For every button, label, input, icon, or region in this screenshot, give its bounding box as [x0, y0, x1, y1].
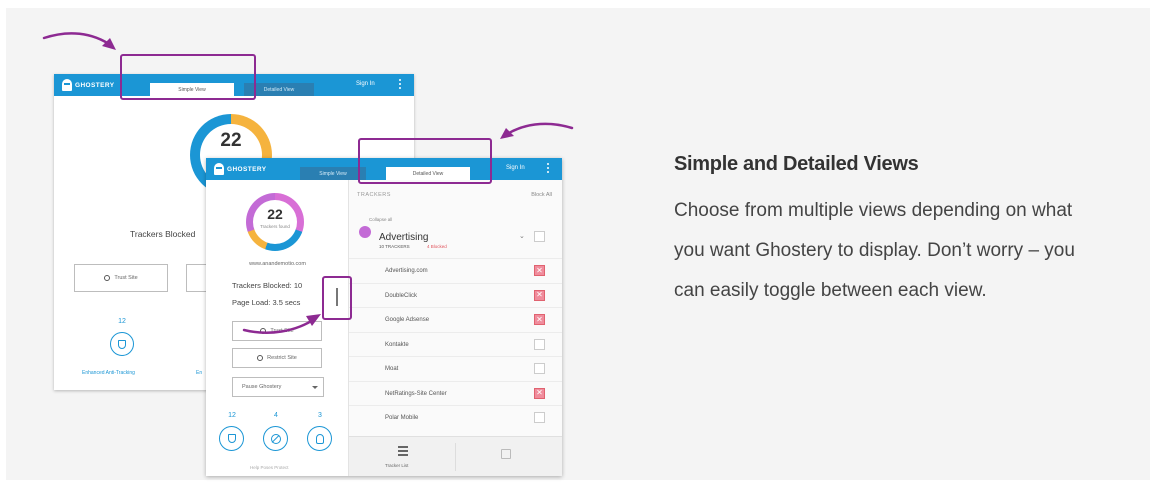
tracker-count: 22: [220, 130, 242, 151]
section-heading: Simple and Detailed Views: [674, 153, 919, 175]
feature-section: GHOSTERY Simple View Detailed View Sign …: [6, 8, 1150, 480]
arrow-to-detailed-tab: [502, 122, 574, 138]
arrowhead-toggle: [306, 314, 321, 326]
arrow-to-toggle: [242, 316, 318, 334]
arrowhead-detailed: [500, 128, 514, 139]
tracker-count: 22: [267, 206, 283, 222]
arrow-to-simple-tab: [42, 32, 114, 48]
tracker-count-caption: Trackers found: [260, 224, 290, 229]
section-body: Choose from multiple views depending on …: [674, 200, 1075, 301]
